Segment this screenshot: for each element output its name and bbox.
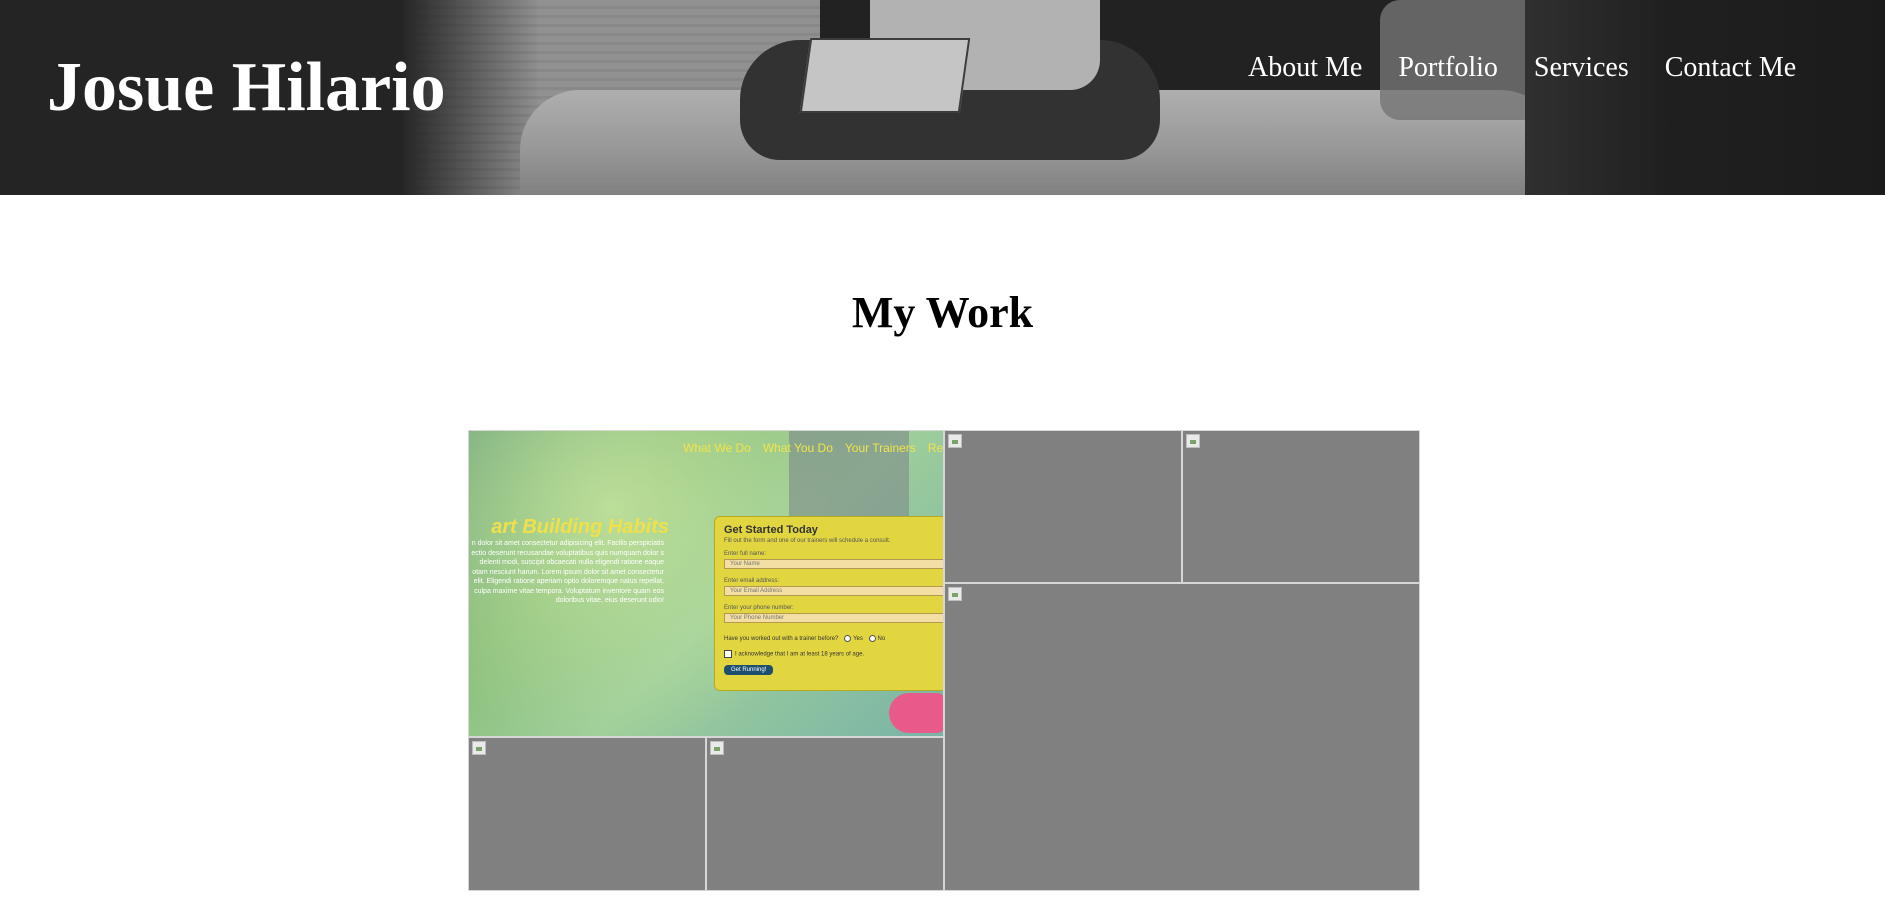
form-submit-button: Get Running! [724, 665, 774, 675]
broken-image-icon [948, 587, 962, 601]
portfolio-item-featured[interactable]: What We Do What You Do Your Trainers Re a… [468, 430, 944, 737]
form-phone-label: Enter your phone number: [724, 605, 794, 611]
portfolio-item[interactable] [1182, 430, 1420, 583]
nav-services[interactable]: Services [1516, 48, 1647, 88]
form-title: Get Started Today [724, 524, 818, 536]
form-name-input: Your Name [724, 559, 943, 569]
featured-nav-item: What We Do [683, 441, 751, 455]
form-email-input: Your Email Address [724, 586, 943, 596]
form-question-text: Have you worked out with a trainer befor… [724, 636, 839, 643]
portfolio-grid: What We Do What You Do Your Trainers Re a… [468, 430, 1420, 891]
nav-portfolio[interactable]: Portfolio [1380, 48, 1516, 88]
featured-mini-nav: What We Do What You Do Your Trainers Rea [683, 441, 944, 455]
radio-no-icon [868, 635, 876, 642]
form-email-label: Enter email address: [724, 578, 780, 584]
checkbox-icon [724, 650, 732, 658]
featured-nav-item: What You Do [762, 441, 833, 455]
nav-contact-me[interactable]: Contact Me [1647, 48, 1814, 88]
form-phone-input: Your Phone Number [724, 613, 943, 623]
featured-paragraph: n dolor sit amet consectetur adipisicing… [471, 540, 664, 604]
portfolio-item[interactable] [944, 583, 1420, 891]
portfolio-item[interactable] [468, 737, 706, 891]
featured-signup-form: Get Started Today Fill out the form and … [714, 516, 943, 691]
featured-runner-shoe [889, 693, 943, 733]
radio-yes-icon [844, 635, 852, 642]
hero-header: Josue Hilario About Me Portfolio Service… [0, 0, 1885, 195]
site-title: Josue Hilario [47, 49, 446, 126]
portfolio-item[interactable] [706, 737, 944, 891]
broken-image-icon [1186, 434, 1200, 448]
broken-image-icon [710, 741, 724, 755]
section-title-my-work: My Work [851, 288, 1034, 337]
form-trainer-question: Have you worked out with a trainer befor… [724, 635, 885, 642]
featured-nav-item: Your Trainers [844, 441, 916, 455]
form-yes-label: Yes [853, 636, 863, 643]
featured-nav-item: Rea [927, 441, 944, 455]
form-no-label: No [877, 636, 886, 643]
form-subtitle: Fill out the form and one of our trainer… [724, 538, 891, 544]
form-name-label: Enter full name: [724, 551, 767, 557]
broken-image-icon [472, 741, 486, 755]
featured-heading: art Building Habits [491, 516, 669, 538]
form-age-acknowledgement: I acknowledge that I am at least 18 year… [724, 650, 864, 658]
form-ack-text: I acknowledge that I am at least 18 year… [735, 651, 865, 658]
portfolio-item[interactable] [944, 430, 1182, 583]
main-nav: About Me Portfolio Services Contact Me [1230, 48, 1850, 88]
broken-image-icon [948, 434, 962, 448]
nav-about-me[interactable]: About Me [1230, 48, 1380, 88]
